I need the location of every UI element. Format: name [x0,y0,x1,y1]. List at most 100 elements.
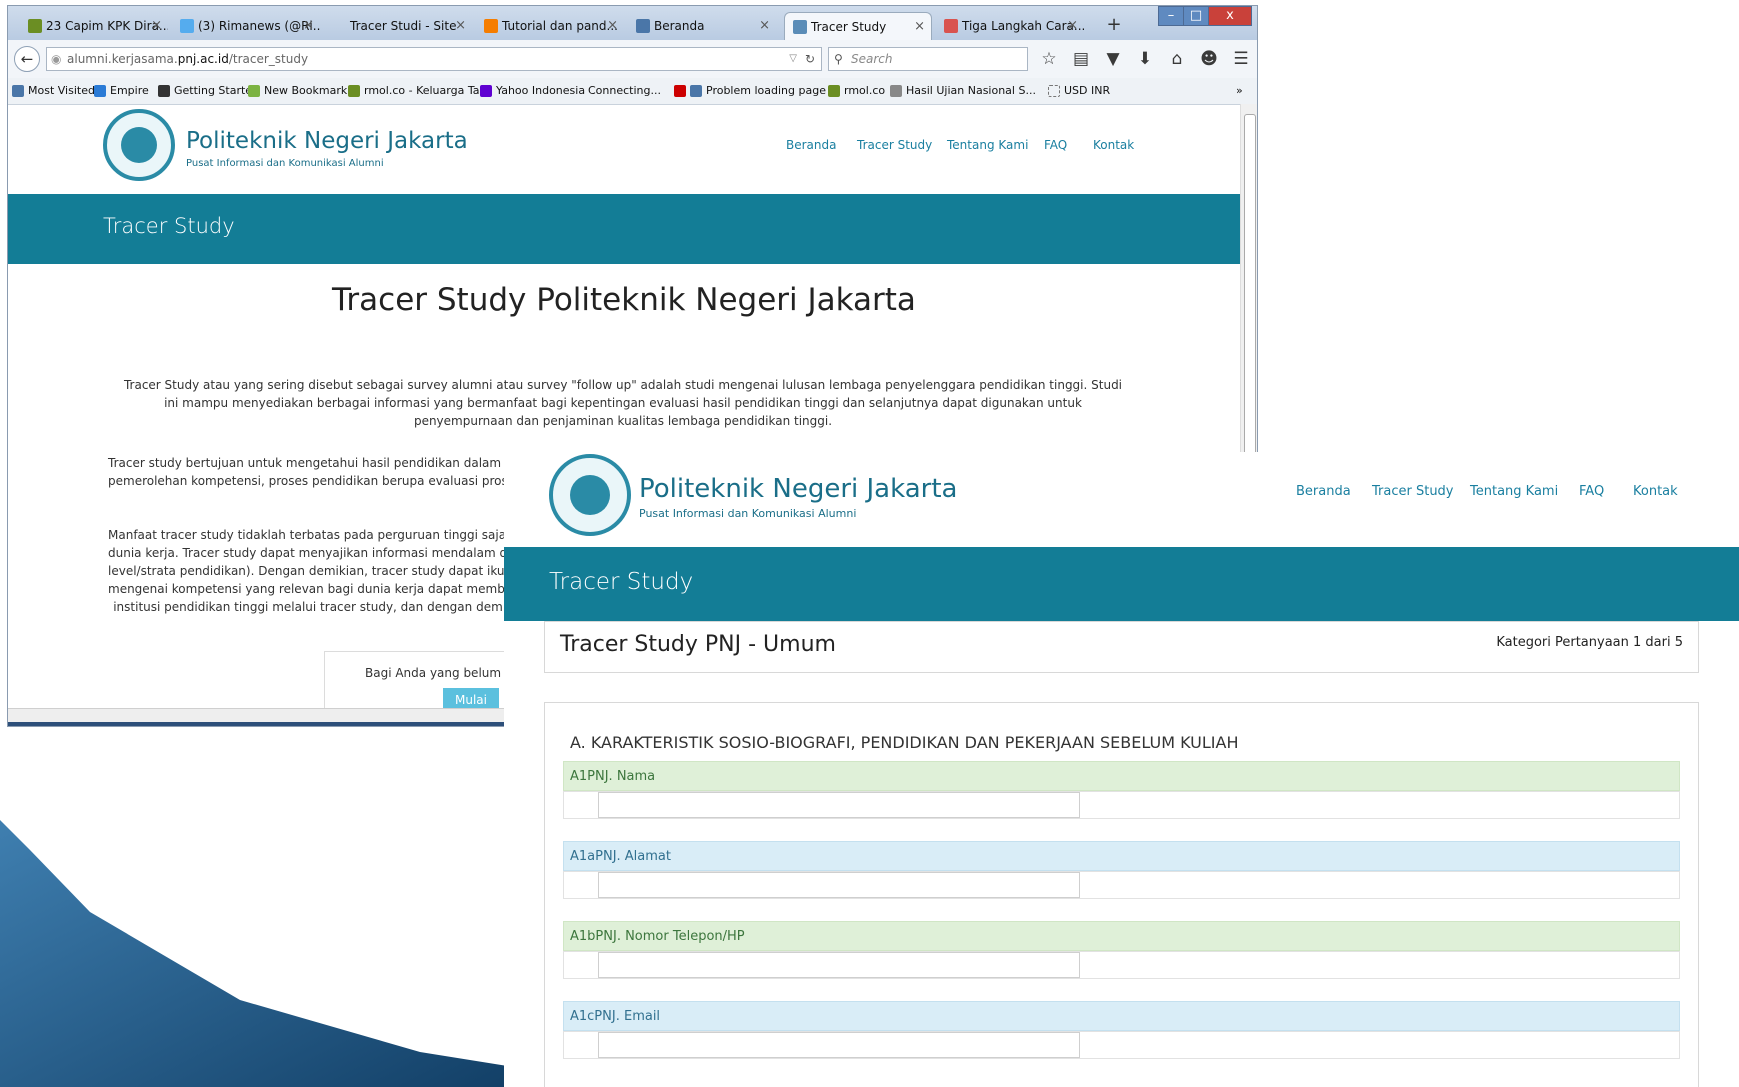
pnj-logo [103,109,175,181]
nav-tracer-study[interactable]: Tracer Study [1372,484,1454,499]
bookmark-label: Problem loading page [706,84,826,97]
nav-faq[interactable]: FAQ [1044,138,1067,152]
close-tab-icon[interactable]: × [455,12,466,40]
question-label: A1PNJ. Nama [563,761,1680,791]
browser-tab[interactable]: Tiga Langkah Cara... × [936,12,1084,40]
close-tab-icon[interactable]: × [759,12,770,40]
bookmark-label: rmol.co - Keluarga Ta... [364,84,490,97]
purpose-line: Tracer study bertujuan untuk mengetahui … [108,456,547,470]
site-subtitle: Pusat Informasi dan Komunikasi Alumni [186,158,384,169]
browser-tab[interactable]: Beranda × [628,12,776,40]
bookmark-item[interactable]: Problem loading page [690,83,826,99]
address-bar[interactable]: ◉ alumni.kerjasama.pnj.ac.id/tracer_stud… [46,47,822,71]
url-prefix: alumni.kerjasama. [67,52,178,66]
dropdown-icon[interactable]: ▽ [789,48,797,70]
banner-title: Tracer Study [103,214,235,238]
bookmark-favicon-icon [828,85,840,97]
tab-favicon-icon [636,19,650,33]
close-tab-icon[interactable]: × [1067,12,1078,40]
bookmark-item[interactable]: Yahoo Indonesia [480,83,585,99]
nav-beranda[interactable]: Beranda [1296,484,1351,499]
bookmark-item[interactable]: New Bookmark [248,83,347,99]
bookmark-item[interactable]: Connecting... [588,83,661,99]
bookmark-label: Connecting... [588,84,661,97]
page-banner: Tracer Study [8,194,1240,264]
tab-favicon-icon [944,19,958,33]
tab-favicon-icon [484,19,498,33]
globe-icon: ◉ [51,52,62,66]
cta-text: Bagi Anda yang belum per [365,666,525,680]
question-label: A1aPNJ. Alamat [563,841,1680,871]
site-title: Politeknik Negeri Jakarta [639,474,958,504]
navigation-toolbar: ← ◉ alumni.kerjasama.pnj.ac.id/tracer_st… [8,40,1257,79]
maximize-button[interactable]: □ [1183,6,1209,26]
question-label: A1bPNJ. Nomor Telepon/HP [563,921,1680,951]
tab-label: Tracer Study [811,20,887,34]
bookmark-item[interactable]: USD INR [1048,83,1110,99]
close-tab-icon[interactable]: × [151,12,162,40]
benefit-paragraph: Manfaat tracer study tidaklah terbatas p… [108,526,549,616]
browser-tab[interactable]: Tracer Studi - Site × [324,12,472,40]
close-tab-icon[interactable]: × [607,12,618,40]
close-window-button[interactable]: x [1208,6,1252,26]
category-progress: Kategori Pertanyaan 1 dari 5 [1496,635,1683,650]
answer-input[interactable] [598,952,1080,978]
benefit-line: mengenai kompetensi yang relevan bagi du… [108,582,544,596]
answer-input[interactable] [598,872,1080,898]
bookmark-item[interactable]: Getting Started [158,83,259,99]
bookmark-label: Empire [110,84,149,97]
bookmark-item[interactable]: rmol.co [828,83,885,99]
menu-icon[interactable]: ☰ [1230,48,1252,70]
tab-label: Tutorial dan pand... [502,19,618,33]
bookmark-favicon-icon [348,85,360,97]
close-tab-icon[interactable]: × [303,12,314,40]
bookmark-item[interactable]: rmol.co - Keluarga Ta... [348,83,490,99]
nav-faq[interactable]: FAQ [1579,484,1604,499]
tab-favicon-icon [28,19,42,33]
bookmark-favicon-icon [890,85,902,97]
browser-tab[interactable]: Tutorial dan pand... × [476,12,624,40]
nav-kontak[interactable]: Kontak [1633,484,1678,499]
survey-title: Tracer Study PNJ - Umum [560,632,836,657]
blank-page-icon [1048,85,1060,97]
benefit-line: level/strata pendidikan). Dengan demikia… [108,564,533,578]
bookmark-label: Getting Started [174,84,260,97]
chat-icon[interactable]: ☻ [1198,48,1220,70]
bookmarks-overflow-button[interactable]: » [1236,83,1243,99]
reading-list-icon[interactable]: ▤ [1070,48,1092,70]
nav-beranda[interactable]: Beranda [786,138,836,152]
download-icon[interactable]: ⬇ [1134,48,1156,70]
bookmark-label: USD INR [1064,84,1111,97]
bookmark-label: Most Visited [28,84,95,97]
bookmark-item[interactable]: Hasil Ujian Nasional S... [890,83,1036,99]
close-tab-icon[interactable]: × [914,13,925,40]
answer-input[interactable] [598,792,1080,818]
bookmark-star-icon[interactable]: ☆ [1038,48,1060,70]
nav-kontak[interactable]: Kontak [1093,138,1134,152]
browser-tab[interactable]: Tracer Study × [784,12,932,40]
benefit-line: Manfaat tracer study tidaklah terbatas p… [108,528,549,542]
tracer-study-form-screenshot: Politeknik Negeri Jakarta Pusat Informas… [504,452,1739,1087]
answer-input[interactable] [598,1032,1080,1058]
benefit-line: dunia kerja. Tracer study dapat menyajik… [108,546,535,560]
nav-tentang-kami[interactable]: Tentang Kami [1470,484,1558,499]
home-icon[interactable]: ⌂ [1166,48,1188,70]
browser-tab[interactable]: 23 Capim KPK Dira... × [20,12,168,40]
purpose-line: pemerolehan kompetensi, proses pendidika… [108,474,560,488]
nav-tracer-study[interactable]: Tracer Study [857,138,932,152]
intro-paragraph: Tracer Study atau yang sering disebut se… [123,378,1123,428]
browser-tab[interactable]: (3) Rimanews (@Ri... × [172,12,320,40]
bookmark-item[interactable]: Empire [94,83,149,99]
new-tab-button[interactable]: + [1102,12,1126,38]
search-input[interactable]: ⚲ Search [828,47,1028,71]
nav-tentang-kami[interactable]: Tentang Kami [947,138,1028,152]
reload-icon[interactable]: ↻ [805,48,815,70]
cta-box: Bagi Anda yang belum per Mulai [324,651,525,712]
search-placeholder: Search [851,52,893,66]
bookmark-label: New Bookmark [264,84,348,97]
back-arrow-icon[interactable]: ← [14,46,40,72]
bookmark-item[interactable]: Most Visited [12,83,95,99]
minimize-button[interactable]: – [1158,6,1184,26]
pocket-icon[interactable]: ▼ [1102,48,1124,70]
purpose-paragraph: Tracer study bertujuan untuk mengetahui … [108,454,560,490]
